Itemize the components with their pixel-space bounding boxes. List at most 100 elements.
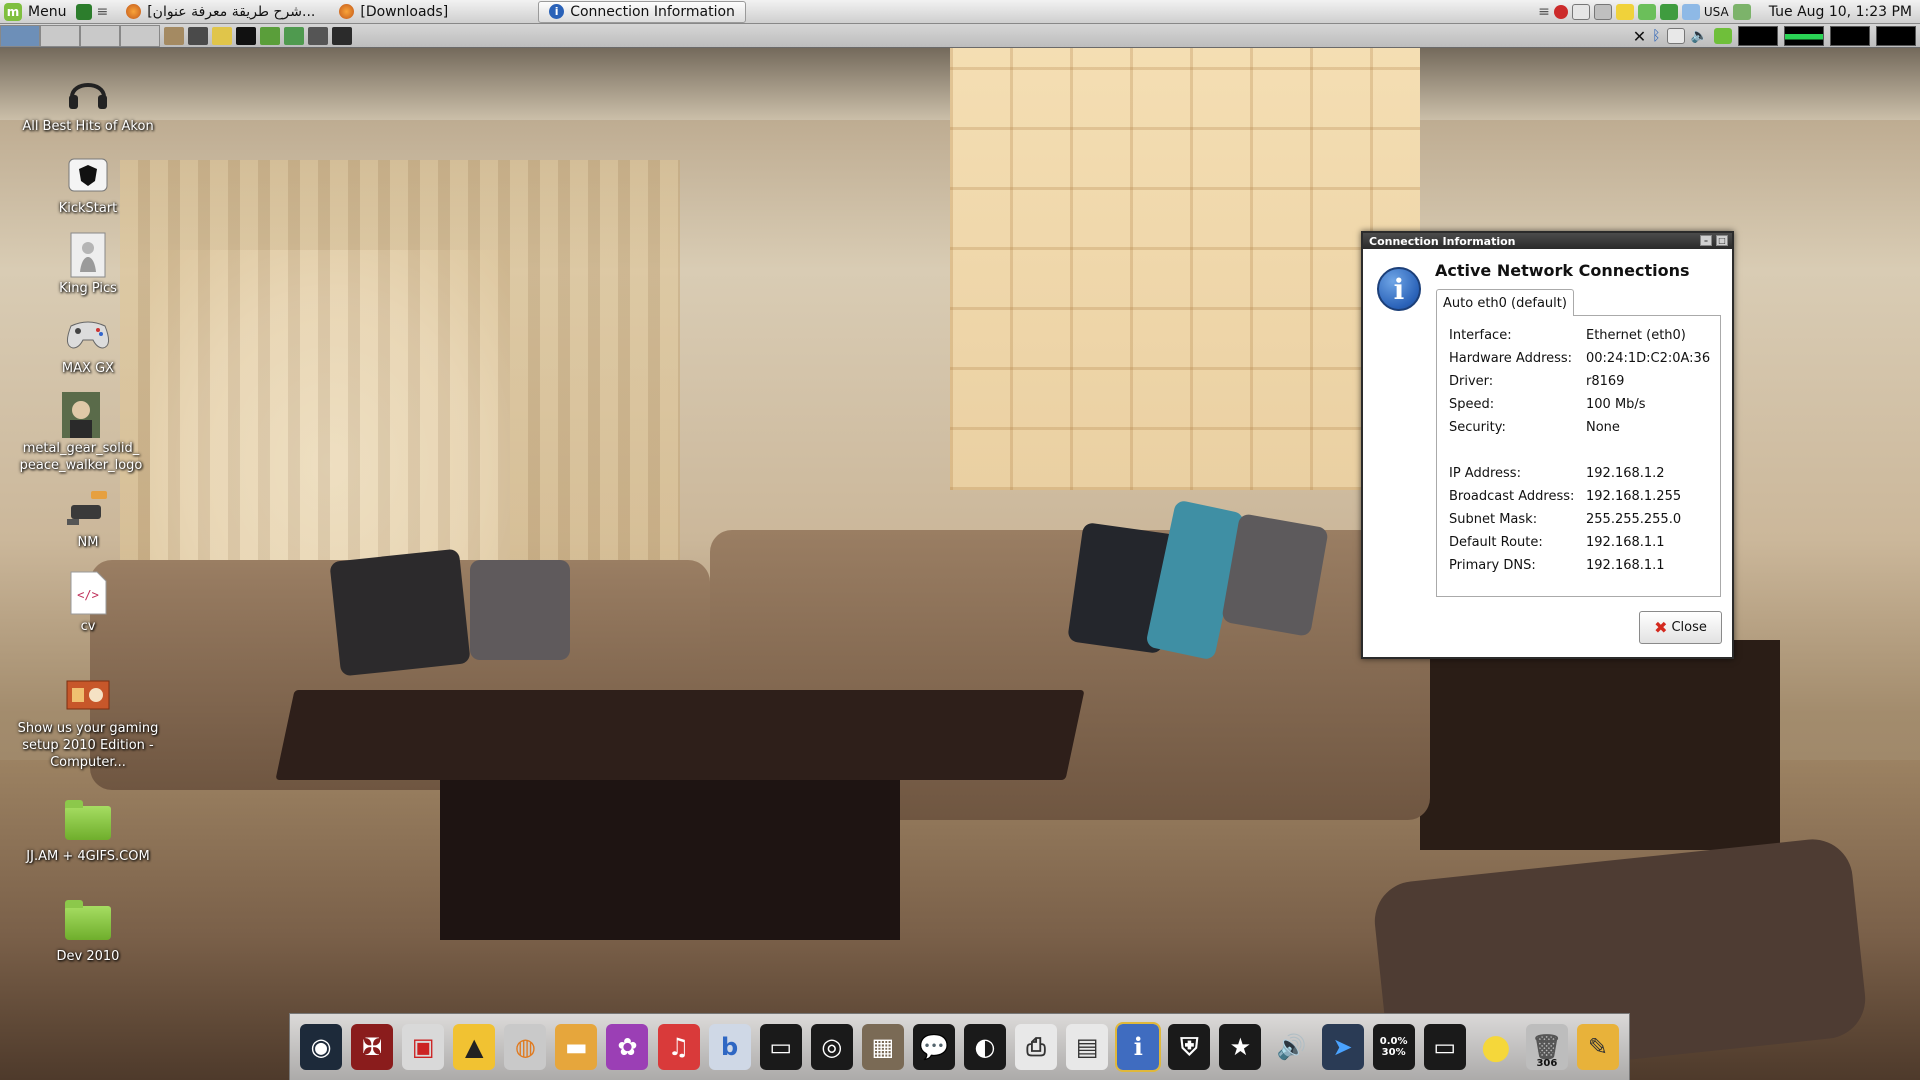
system-monitor-icon[interactable] bbox=[332, 26, 352, 45]
show-desktop-icon[interactable] bbox=[76, 3, 93, 20]
media-player-icon[interactable]: ▣ bbox=[402, 1024, 445, 1070]
trash-count: 306 bbox=[1536, 1058, 1558, 1069]
favorites-icon[interactable]: ★ bbox=[1219, 1024, 1262, 1070]
taskbar-item-downloads[interactable]: [Downloads] bbox=[329, 1, 458, 23]
chat-icon[interactable]: 💬 bbox=[912, 1024, 955, 1070]
tray-handle-icon[interactable]: ≡ bbox=[1538, 4, 1550, 20]
dialog-titlebar[interactable]: Connection Information – □ bbox=[1363, 233, 1732, 249]
info-row-primary-dns: Primary DNS: 192.168.1.1 bbox=[1449, 556, 1717, 574]
firefox-icon bbox=[339, 4, 355, 19]
picture-icon bbox=[65, 232, 111, 278]
camera-icon[interactable] bbox=[308, 26, 328, 45]
pointer-icon[interactable]: ➤ bbox=[1321, 1024, 1364, 1070]
workspace-3[interactable] bbox=[80, 24, 120, 47]
taskbar-item-connection-information[interactable]: i Connection Information bbox=[538, 0, 746, 23]
main-menu-label: Menu bbox=[28, 3, 67, 20]
gun-icon[interactable]: ✠ bbox=[351, 1024, 394, 1070]
volume-icon[interactable]: 🔊 bbox=[1270, 1024, 1312, 1070]
info-value: 00:24:1D:C2:0A:36 bbox=[1586, 350, 1711, 366]
workspace-1[interactable] bbox=[0, 24, 40, 47]
remote-desktop-icon[interactable]: ▦ bbox=[861, 1024, 904, 1070]
computer-icon[interactable]: ⛨ bbox=[1168, 1024, 1211, 1070]
steam-icon[interactable]: ◉ bbox=[300, 1024, 342, 1070]
window-list-icon[interactable]: ≡ bbox=[96, 4, 108, 20]
mail-icon[interactable] bbox=[1659, 4, 1678, 20]
info-key: Broadcast Address: bbox=[1449, 488, 1575, 504]
desktop-icon-max-gx[interactable]: MAX GX bbox=[13, 312, 163, 377]
screenshot-icon[interactable] bbox=[188, 26, 208, 45]
info-key: Interface: bbox=[1449, 327, 1512, 343]
info-value: 255.255.255.0 bbox=[1586, 511, 1682, 527]
volume-tray-icon[interactable]: 🔈 bbox=[1691, 28, 1708, 44]
desktop-icon-metal-gear[interactable]: metal_gear_solid_ peace_walker_logo bbox=[6, 392, 156, 474]
window-switcher-icon[interactable] bbox=[1666, 28, 1685, 44]
taskbar-item-label: Connection Information bbox=[570, 3, 735, 20]
weather-icon[interactable]: ● bbox=[1475, 1024, 1517, 1070]
network-manager-tray-icon[interactable] bbox=[1714, 28, 1732, 44]
keyboard-layout-indicator[interactable]: USA bbox=[1704, 5, 1729, 19]
cpu-readout-bottom: 30% bbox=[1381, 1047, 1406, 1058]
firefox-globe-icon[interactable]: ◎ bbox=[810, 1024, 853, 1070]
tools-icon[interactable]: ✕ bbox=[1633, 27, 1646, 46]
music-player-icon[interactable]: ♫ bbox=[657, 1024, 700, 1070]
desktop-icon-gaming-setup[interactable]: Show us your gaming setup 2010 Edition -… bbox=[13, 672, 163, 771]
terminal-icon[interactable]: ▭ bbox=[759, 1024, 802, 1070]
window-icon[interactable] bbox=[1571, 4, 1590, 20]
firefox-icon[interactable]: ◍ bbox=[504, 1024, 547, 1070]
spreadsheet-icon[interactable] bbox=[284, 26, 304, 45]
scanner-icon[interactable]: ▤ bbox=[1066, 1024, 1109, 1070]
folder-launcher-icon[interactable] bbox=[212, 26, 232, 45]
desktop-icon-dev-2010-folder[interactable]: Dev 2010 bbox=[13, 900, 163, 965]
network-monitor-graph[interactable] bbox=[1784, 26, 1824, 46]
desktop-icon-nm[interactable]: NM bbox=[13, 486, 163, 551]
desktop-icon-king-pics[interactable]: King Pics bbox=[13, 232, 163, 297]
display-icon[interactable] bbox=[1593, 4, 1612, 20]
trash-icon[interactable]: 🗑 306 bbox=[1525, 1024, 1568, 1070]
info-value: 192.168.1.255 bbox=[1586, 488, 1682, 504]
cpu-readout-top: 0.0% bbox=[1379, 1036, 1408, 1047]
workspace-4[interactable] bbox=[120, 24, 160, 47]
terminal-2-icon[interactable]: ▭ bbox=[1423, 1024, 1466, 1070]
desktop-icon-label: MAX GX bbox=[61, 361, 115, 376]
desktop-icon-kickstart[interactable]: KickStart bbox=[13, 152, 163, 217]
workspace-2[interactable] bbox=[40, 24, 80, 47]
notes-icon[interactable] bbox=[1615, 4, 1634, 20]
desktop-icon-jjam-folder[interactable]: JJ.AM + 4GIFS.COM bbox=[13, 800, 163, 865]
update-notifier-icon[interactable] bbox=[1553, 5, 1568, 19]
terminal-launcher-icon[interactable] bbox=[236, 26, 256, 45]
network-status-icon[interactable] bbox=[1681, 4, 1700, 20]
wired-network-icon[interactable] bbox=[1732, 4, 1751, 20]
bittorrent-icon[interactable]: b bbox=[708, 1024, 751, 1070]
shield-check-icon[interactable] bbox=[1637, 4, 1656, 20]
clock[interactable]: Tue Aug 10, 1:23 PM bbox=[1769, 4, 1912, 20]
vlc-icon[interactable]: ▲ bbox=[453, 1024, 496, 1070]
gnome-flower-icon[interactable]: ✿ bbox=[606, 1024, 649, 1070]
close-button[interactable]: ✖ Close bbox=[1639, 611, 1722, 644]
film-strip-icon[interactable] bbox=[164, 26, 184, 45]
tab-auto-eth0[interactable]: Auto eth0 (default) bbox=[1436, 289, 1574, 316]
desktop-icon-cv[interactable]: </> cv bbox=[13, 570, 163, 635]
file-manager-icon[interactable]: ▬ bbox=[555, 1024, 598, 1070]
close-icon: ✖ bbox=[1654, 618, 1668, 637]
desktop-icon-akon[interactable]: All Best Hits of Akon bbox=[13, 70, 163, 135]
text-editor-icon[interactable]: ✎ bbox=[1576, 1024, 1619, 1070]
info-icon[interactable]: i bbox=[1115, 1022, 1162, 1072]
info-value: None bbox=[1586, 419, 1620, 435]
printer-icon[interactable]: ⎙ bbox=[1015, 1024, 1058, 1070]
info-icon: i bbox=[549, 4, 565, 19]
minimize-button[interactable]: – bbox=[1700, 235, 1712, 246]
info-key: Subnet Mask: bbox=[1449, 511, 1538, 527]
bluetooth-icon[interactable]: ᛒ bbox=[1652, 28, 1660, 44]
taskbar-item-browser-arabic[interactable]: [شرح طريقة معرفة عنوان... bbox=[116, 1, 325, 23]
cpu-monitor-icon[interactable]: 0.0% 30% bbox=[1372, 1024, 1415, 1070]
cpu-monitor-graph[interactable] bbox=[1738, 26, 1778, 46]
gimp-icon[interactable]: ◐ bbox=[964, 1024, 1007, 1070]
desktop-icon-label: cv bbox=[80, 619, 96, 634]
image-viewer-icon[interactable] bbox=[260, 26, 280, 45]
maximize-button[interactable]: □ bbox=[1716, 235, 1728, 246]
load-monitor-graph[interactable] bbox=[1876, 26, 1916, 46]
info-value: r8169 bbox=[1586, 373, 1625, 389]
memory-monitor-graph[interactable] bbox=[1830, 26, 1870, 46]
main-menu-button[interactable]: m Menu bbox=[0, 0, 74, 24]
shield-icon bbox=[65, 152, 111, 198]
